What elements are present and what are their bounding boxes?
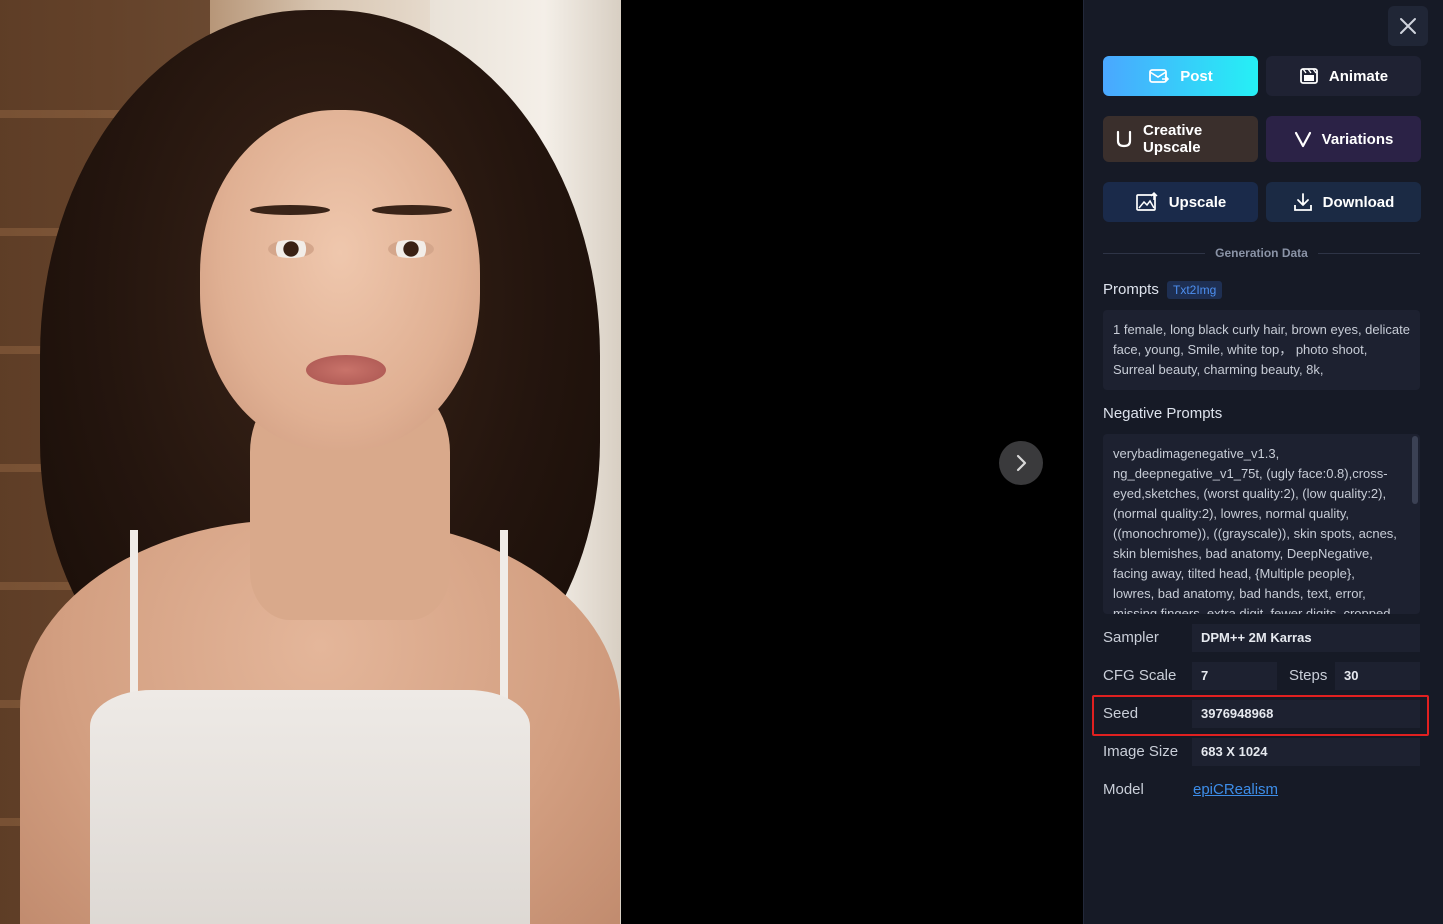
download-button[interactable]: Download xyxy=(1266,182,1421,222)
prompt-text[interactable]: 1 female, long black curly hair, brown e… xyxy=(1103,310,1420,390)
negative-prompt-text[interactable]: verybadimagenegative_v1.3, ng_deepnegati… xyxy=(1103,434,1420,614)
download-label: Download xyxy=(1322,193,1395,211)
next-image-button[interactable] xyxy=(999,441,1043,485)
image-size-value: 683 X 1024 xyxy=(1192,738,1420,766)
divider-line-left xyxy=(1103,252,1206,254)
post-label: Post xyxy=(1180,67,1213,85)
upscale-button[interactable]: Upscale xyxy=(1103,182,1258,222)
creative-upscale-label-line2: Upscale xyxy=(1143,139,1201,156)
creative-upscale-icon xyxy=(1116,130,1132,148)
left-eye xyxy=(268,240,314,258)
cfg-scale-label: CFG Scale xyxy=(1103,667,1177,684)
steps-value: 30 xyxy=(1335,662,1420,690)
variations-button[interactable]: Variations xyxy=(1266,116,1421,162)
creative-upscale-label-line1: Creative xyxy=(1143,122,1203,139)
white-top xyxy=(90,690,530,924)
variations-label: Variations xyxy=(1321,130,1394,148)
negative-prompts-heading: Negative Prompts xyxy=(1103,405,1223,422)
sampler-value: DPM++ 2M Karras xyxy=(1192,624,1420,652)
animate-label: Animate xyxy=(1328,67,1389,85)
right-brow xyxy=(372,205,452,215)
image-upscale-icon xyxy=(1135,191,1158,211)
prompts-heading: Prompts xyxy=(1103,281,1159,298)
sampler-label: Sampler xyxy=(1103,629,1159,646)
divider-line-right xyxy=(1317,252,1421,254)
model-link[interactable]: epiCRealism xyxy=(1193,781,1278,798)
upscale-label: Upscale xyxy=(1168,193,1227,211)
chevron-right-icon xyxy=(1016,454,1027,472)
creative-upscale-button[interactable]: Creative Upscale xyxy=(1103,116,1258,162)
animate-button[interactable]: Animate xyxy=(1266,56,1421,96)
negative-prompt-scrollbar-thumb[interactable] xyxy=(1412,436,1418,504)
generation-data-divider: Generation Data xyxy=(1103,244,1421,262)
image-size-label: Image Size xyxy=(1103,743,1179,760)
close-button[interactable] xyxy=(1388,6,1428,46)
cfg-scale-value: 7 xyxy=(1192,662,1277,690)
close-icon xyxy=(1400,18,1416,34)
variations-icon xyxy=(1294,131,1311,148)
top-strap-left xyxy=(130,530,138,710)
top-strap-right xyxy=(500,530,508,710)
lips xyxy=(306,355,386,385)
seed-highlight-box xyxy=(1092,695,1429,736)
post-icon xyxy=(1149,69,1170,83)
steps-label: Steps xyxy=(1289,667,1328,684)
face xyxy=(200,110,480,450)
model-label: Model xyxy=(1103,781,1144,798)
txt2img-tag: Txt2Img xyxy=(1167,281,1223,299)
gif-icon xyxy=(1300,68,1318,84)
post-button[interactable]: Post xyxy=(1103,56,1258,96)
generated-image xyxy=(0,0,621,924)
download-icon xyxy=(1293,193,1312,211)
right-eye xyxy=(388,240,434,258)
creative-upscale-label: Creative Upscale xyxy=(1143,122,1202,156)
left-brow xyxy=(250,205,330,215)
generation-data-title: Generation Data xyxy=(1215,246,1308,260)
